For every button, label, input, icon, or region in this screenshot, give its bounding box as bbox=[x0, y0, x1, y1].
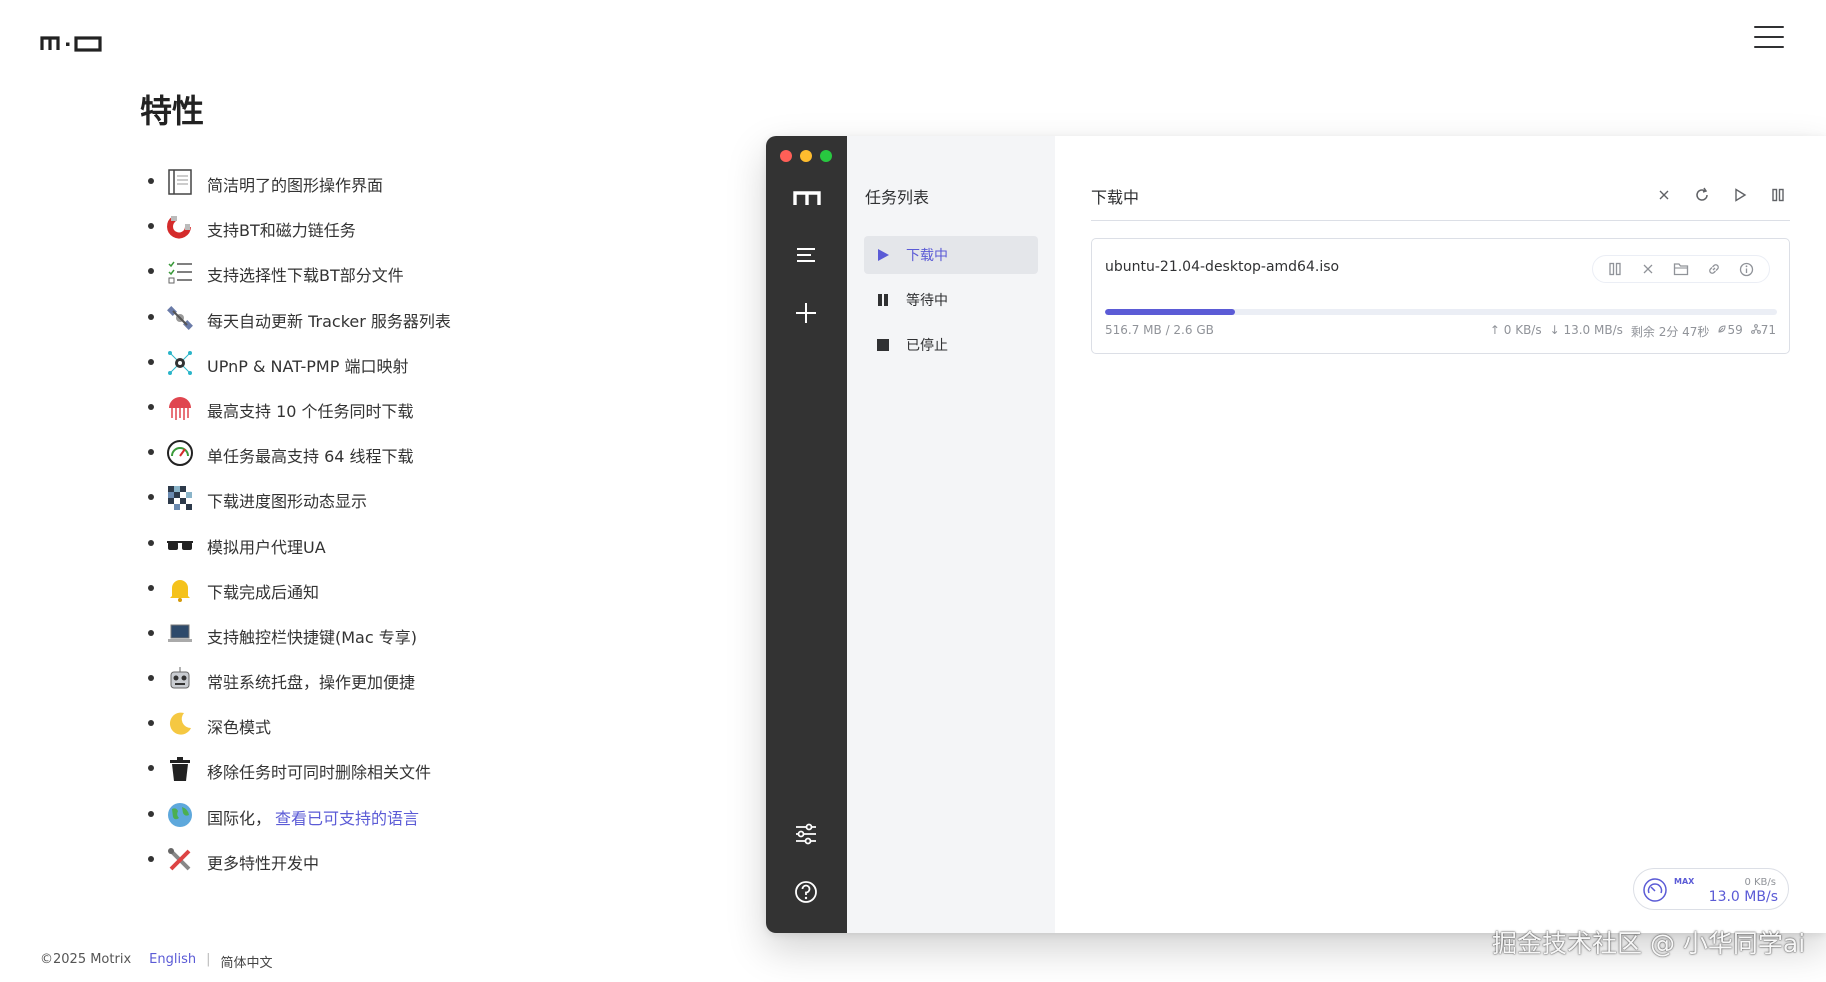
task-list-actions bbox=[1645, 184, 1797, 206]
trash-icon bbox=[170, 757, 190, 782]
task-download-speed: ↓ 13.0 MB/s bbox=[1549, 323, 1623, 337]
feature-text: 下载完成后通知 bbox=[207, 582, 320, 602]
app-sidebar bbox=[766, 136, 847, 933]
menu-icon[interactable] bbox=[791, 240, 821, 270]
sunglasses-icon bbox=[167, 540, 193, 550]
supported-languages-link[interactable]: 查看已可支持的语言 bbox=[275, 809, 419, 828]
feature-text: 国际化， bbox=[207, 808, 272, 828]
moon-icon bbox=[169, 712, 191, 735]
nav-item-downloading[interactable]: 下载中 bbox=[864, 236, 1038, 274]
plus-icon[interactable] bbox=[791, 298, 821, 328]
main-divider bbox=[1091, 220, 1790, 221]
feature-text: 模拟用户代理UA bbox=[207, 537, 326, 557]
hamburger-menu-button[interactable] bbox=[1754, 24, 1784, 52]
pause-icon[interactable] bbox=[1759, 184, 1797, 206]
pixel-grid-icon bbox=[168, 486, 192, 511]
info-icon[interactable] bbox=[1736, 258, 1758, 280]
network-gear-icon bbox=[168, 350, 192, 375]
help-icon[interactable] bbox=[791, 877, 821, 907]
task-progress-bar bbox=[1105, 309, 1777, 315]
speed-mode: MAX bbox=[1674, 877, 1695, 886]
task-remaining-time: 剩余 2分 47秒 bbox=[1630, 325, 1710, 339]
watermark-text: 掘金技术社区 @ 小华同学ai bbox=[1492, 929, 1806, 958]
feature-text: 支持触控栏快捷键(Mac 专享) bbox=[207, 627, 417, 647]
jellyfish-icon bbox=[169, 396, 191, 420]
minimize-window-button[interactable] bbox=[800, 150, 812, 162]
feature-text: 常驻系统托盘，操作更加便捷 bbox=[207, 673, 416, 693]
speed-download: 13.0 MB/s bbox=[1708, 889, 1778, 905]
nav-item-label: 等待中 bbox=[906, 293, 948, 309]
footer-separator: | bbox=[206, 952, 211, 967]
motrix-logo-icon[interactable] bbox=[40, 30, 104, 52]
task-size: 516.7 MB / 2.6 GB bbox=[1105, 323, 1214, 337]
refresh-icon[interactable] bbox=[1683, 184, 1721, 206]
feature-text: 移除任务时可同时删除相关文件 bbox=[207, 763, 432, 783]
footer: ©2025 Motrix English | 简体中文 bbox=[40, 952, 273, 971]
feature-text: 深色模式 bbox=[207, 718, 272, 738]
robot-icon bbox=[170, 667, 190, 689]
main-title: 下载中 bbox=[1091, 188, 1140, 207]
copyright: ©2025 Motrix bbox=[40, 952, 132, 967]
globe-icon bbox=[168, 802, 192, 827]
task-list-nav: 任务列表 下载中 等待中 已停止 bbox=[847, 136, 1055, 933]
window-controls bbox=[780, 150, 832, 162]
close-window-button[interactable] bbox=[780, 150, 792, 162]
speedometer-icon bbox=[1643, 878, 1667, 902]
feature-text: 更多特性开发中 bbox=[207, 853, 320, 873]
feature-text: 每天自动更新 Tracker 服务器列表 bbox=[207, 311, 451, 331]
feature-text: 最高支持 10 个任务同时下载 bbox=[207, 401, 414, 421]
settings-sliders-icon[interactable] bbox=[791, 819, 821, 849]
play-icon bbox=[874, 246, 892, 264]
feature-text: 支持选择性下载BT部分文件 bbox=[207, 266, 404, 286]
feature-text: 单任务最高支持 64 线程下载 bbox=[207, 447, 414, 467]
task-upload-speed: ↑ 0 KB/s bbox=[1489, 323, 1542, 337]
close-icon[interactable] bbox=[1637, 258, 1659, 280]
task-progress-fill bbox=[1105, 309, 1236, 315]
pause-icon[interactable] bbox=[1604, 258, 1626, 280]
feature-text: 简洁明了的图形操作界面 bbox=[207, 176, 384, 195]
nav-item-label: 已停止 bbox=[906, 338, 948, 354]
task-list-title: 任务列表 bbox=[865, 188, 930, 207]
features-title: 特性 bbox=[140, 92, 205, 130]
magnet-icon bbox=[167, 216, 191, 239]
feature-text: 下载进度图形动态显示 bbox=[207, 492, 368, 512]
task-stats: ↑ 0 KB/s ↓ 13.0 MB/s 剩余 2分 47秒 59 71 bbox=[1490, 323, 1776, 340]
motrix-m-icon bbox=[793, 191, 821, 205]
task-connections: 71 bbox=[1750, 323, 1776, 340]
task-seeders: 59 bbox=[1717, 323, 1743, 340]
speed-upload: 0 KB/s bbox=[1744, 877, 1776, 888]
bell-icon bbox=[170, 579, 190, 602]
seeders-icon bbox=[1718, 325, 1726, 333]
pause-icon bbox=[874, 291, 892, 309]
laptop-icon bbox=[168, 624, 192, 642]
feature-text: UPnP & NAT-PMP 端口映射 bbox=[207, 356, 409, 376]
feature-text: 支持BT和磁力链任务 bbox=[207, 221, 356, 241]
checklist-icon bbox=[168, 261, 192, 284]
task-item-actions bbox=[1592, 255, 1770, 283]
language-english-link[interactable]: English bbox=[149, 952, 196, 971]
folder-icon[interactable] bbox=[1670, 258, 1692, 280]
speedometer-widget[interactable]: MAX 0 KB/s 13.0 MB/s bbox=[1633, 868, 1789, 910]
stop-icon bbox=[874, 336, 892, 354]
play-icon[interactable] bbox=[1721, 184, 1759, 206]
nav-item-stopped[interactable]: 已停止 bbox=[864, 326, 1038, 364]
nav-item-label: 下载中 bbox=[906, 248, 948, 264]
app-window: 任务列表 下载中 等待中 已停止 下载中 ubuntu-21.04-deskto… bbox=[766, 136, 1826, 933]
task-name: ubuntu-21.04-desktop-amd64.iso bbox=[1105, 259, 1340, 275]
connections-icon bbox=[1750, 324, 1761, 334]
language-chinese-link[interactable]: 简体中文 bbox=[220, 952, 272, 971]
speedometer-icon bbox=[167, 440, 193, 467]
document-icon bbox=[168, 169, 192, 195]
maximize-window-button[interactable] bbox=[820, 150, 832, 162]
main-panel: 下载中 ubuntu-21.04-desktop-amd64.iso 516.7… bbox=[1055, 136, 1826, 933]
link-icon[interactable] bbox=[1703, 258, 1725, 280]
close-icon[interactable] bbox=[1645, 184, 1683, 206]
tools-icon bbox=[168, 847, 191, 871]
task-item[interactable]: ubuntu-21.04-desktop-amd64.iso 516.7 MB … bbox=[1091, 238, 1790, 354]
nav-item-waiting[interactable]: 等待中 bbox=[864, 281, 1038, 319]
satellite-icon bbox=[167, 305, 193, 330]
